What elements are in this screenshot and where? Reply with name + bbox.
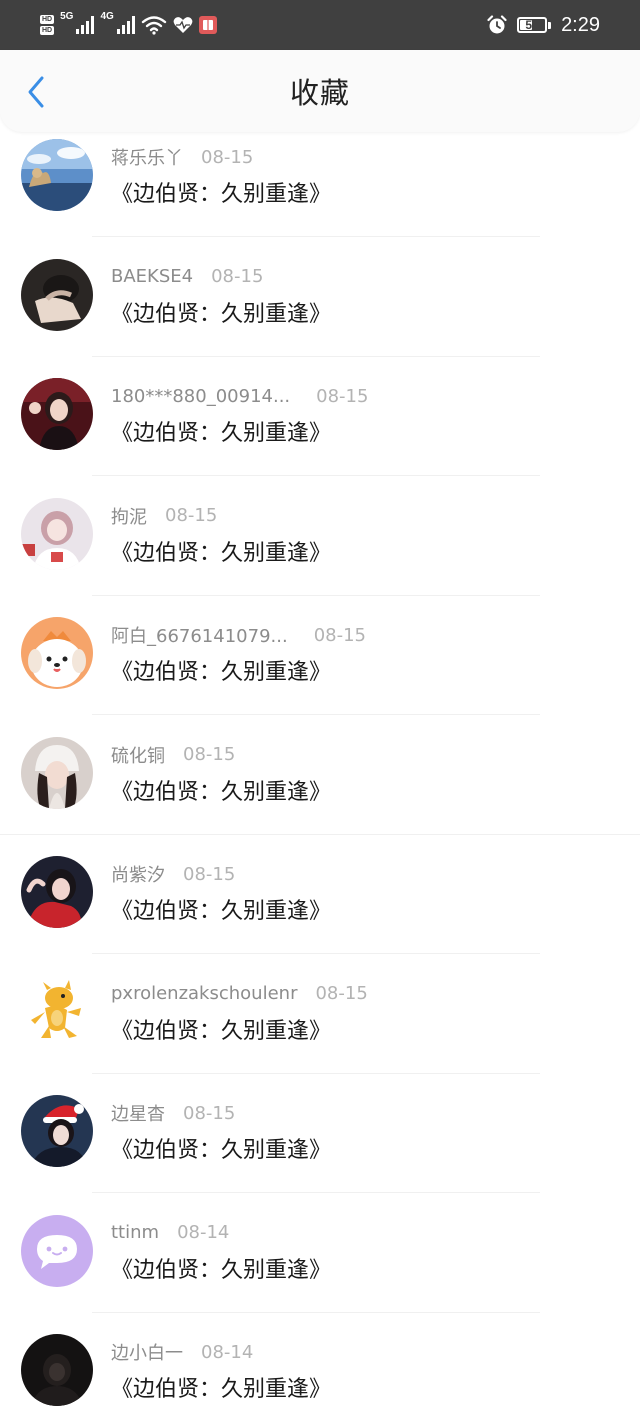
signal-icon: [76, 16, 95, 34]
article-title[interactable]: 《边伯贤：久别重逢》: [111, 774, 331, 806]
avatar[interactable]: [21, 497, 93, 570]
article-title[interactable]: 《边伯贤：久别重逢》: [111, 1132, 331, 1164]
username[interactable]: BAEKSE4: [111, 266, 193, 287]
favorite-item[interactable]: 边星杳 08-15 《边伯贤：久别重逢》: [0, 1088, 640, 1207]
avatar[interactable]: [21, 139, 93, 211]
clock: 2:29: [561, 13, 600, 36]
favorite-date: 08-15: [315, 983, 368, 1004]
article-title[interactable]: 《边伯贤：久别重逢》: [111, 415, 331, 447]
hd-badge: HD: [40, 15, 55, 24]
avatar[interactable]: [21, 1214, 93, 1287]
nav-header: 收藏: [0, 50, 640, 132]
username[interactable]: 蒋乐乐丫: [111, 144, 183, 170]
article-title[interactable]: 《边伯贤：久别重逢》: [111, 893, 331, 925]
page-title: 收藏: [289, 76, 350, 110]
heart-icon: [173, 16, 193, 34]
wifi-icon: [141, 15, 167, 35]
hd-indicators: HD HD: [40, 15, 55, 35]
avatar[interactable]: [21, 378, 93, 450]
row-divider: [92, 953, 540, 954]
row-divider: [92, 714, 540, 715]
favorite-item[interactable]: ttinm 08-14 《边伯贤：久别重逢》: [0, 1208, 640, 1327]
favorite-item[interactable]: 拘泥 08-15 《边伯贤：久别重逢》: [0, 491, 640, 610]
article-title[interactable]: 《边伯贤：久别重逢》: [111, 296, 331, 328]
item-meta: 边小白一 08-14: [111, 1338, 253, 1366]
username[interactable]: ttinm: [111, 1222, 159, 1243]
hd-badge: HD: [40, 26, 55, 35]
status-right: 54 2:29: [487, 14, 600, 37]
favorite-item[interactable]: 硫化铜 08-15 《边伯贤：久别重逢》: [0, 730, 640, 849]
favorites-list: 蒋乐乐丫 08-15 《边伯贤：久别重逢》 BAEKSE4 08-15 《边伯贤：久别重逢…: [0, 132, 640, 1422]
alarm-icon: [487, 15, 507, 35]
username[interactable]: 边星杳: [111, 1100, 165, 1126]
article-title[interactable]: 《边伯贤：久别重逢》: [111, 535, 331, 567]
favorite-date: 08-15: [183, 744, 236, 765]
favorite-date: 08-15: [165, 505, 218, 526]
row-divider: [0, 833, 640, 835]
favorite-date: 08-15: [211, 266, 264, 287]
row-divider: [92, 236, 540, 237]
avatar[interactable]: [21, 617, 93, 689]
network-type-label: 4G: [100, 11, 114, 22]
username[interactable]: 边小白一: [111, 1339, 183, 1365]
avatar[interactable]: [21, 258, 93, 331]
row-divider: [92, 475, 540, 476]
item-meta: 尚紫汐 08-15: [111, 860, 235, 888]
article-title[interactable]: 《边伯贤：久别重逢》: [111, 1013, 331, 1045]
favorite-date: 08-14: [201, 1341, 254, 1363]
favorite-item[interactable]: 边小白一 08-14 《边伯贤：久别重逢》: [0, 1327, 640, 1422]
favorite-item[interactable]: pxrolenzakschoulenr 08-15 《边伯贤：久别重逢》: [0, 969, 640, 1088]
username[interactable]: pxrolenzakschoulenr: [111, 983, 297, 1004]
item-meta: BAEKSE4 08-15: [111, 263, 263, 291]
favorite-item[interactable]: 180***880_00914... 08-15 《边伯贤：久别重逢》: [0, 371, 640, 490]
row-divider: [92, 1072, 540, 1074]
avatar[interactable]: [21, 736, 93, 809]
battery-percent: 54: [525, 18, 539, 32]
username[interactable]: 拘泥: [111, 503, 147, 529]
username[interactable]: 尚紫汐: [111, 861, 165, 887]
article-title[interactable]: 《边伯贤：久别重逢》: [111, 176, 331, 208]
username[interactable]: 180***880_00914...: [111, 386, 290, 407]
item-meta: 边星杳 08-15: [111, 1099, 235, 1127]
network-type-label: 5G: [60, 11, 74, 22]
item-meta: 180***880_00914... 08-15: [111, 382, 368, 410]
username[interactable]: 阿白_6676141079...: [111, 622, 288, 648]
back-button[interactable]: [18, 72, 54, 112]
favorite-item[interactable]: 蒋乐乐丫 08-15 《边伯贤：久别重逢》: [0, 132, 640, 251]
avatar[interactable]: [21, 1334, 93, 1406]
favorite-item[interactable]: BAEKSE4 08-15 《边伯贤：久别重逢》: [0, 252, 640, 371]
book-app-icon: [198, 16, 217, 34]
favorite-date: 08-14: [177, 1222, 230, 1243]
row-divider: [92, 1192, 540, 1193]
favorite-item[interactable]: 尚紫汐 08-15 《边伯贤：久别重逢》: [0, 849, 640, 968]
article-title[interactable]: 《边伯贤：久别重逢》: [111, 1252, 331, 1284]
signal-icon: [116, 16, 135, 34]
favorite-date: 08-15: [183, 863, 236, 885]
row-divider: [92, 355, 540, 357]
row-divider: [92, 1311, 540, 1313]
favorite-date: 08-15: [313, 624, 366, 646]
favorite-date: 08-15: [316, 385, 369, 407]
item-meta: 蒋乐乐丫 08-15: [111, 143, 253, 171]
favorite-date: 08-15: [201, 146, 254, 168]
item-meta: 阿白_6676141079... 08-15: [111, 621, 366, 649]
avatar[interactable]: [21, 856, 93, 928]
status-left: HD HD 5G 4G: [40, 11, 217, 35]
item-meta: 拘泥 08-15: [111, 502, 217, 530]
item-meta: pxrolenzakschoulenr 08-15: [111, 980, 368, 1008]
chevron-left-icon: [28, 76, 44, 108]
row-divider: [92, 594, 540, 596]
item-meta: 硫化铜 08-15: [111, 741, 235, 769]
favorite-item[interactable]: 阿白_6676141079... 08-15 《边伯贤：久别重逢》: [0, 610, 640, 729]
article-title[interactable]: 《边伯贤：久别重逢》: [111, 654, 331, 686]
battery-icon: 54: [517, 17, 552, 33]
article-title[interactable]: 《边伯贤：久别重逢》: [111, 1371, 331, 1403]
username[interactable]: 硫化铜: [111, 742, 165, 768]
avatar[interactable]: [21, 975, 93, 1048]
avatar[interactable]: [21, 1095, 93, 1167]
item-meta: ttinm 08-14: [111, 1219, 229, 1247]
favorite-date: 08-15: [183, 1102, 236, 1124]
status-bar: HD HD 5G 4G 54 2:29: [0, 0, 640, 50]
